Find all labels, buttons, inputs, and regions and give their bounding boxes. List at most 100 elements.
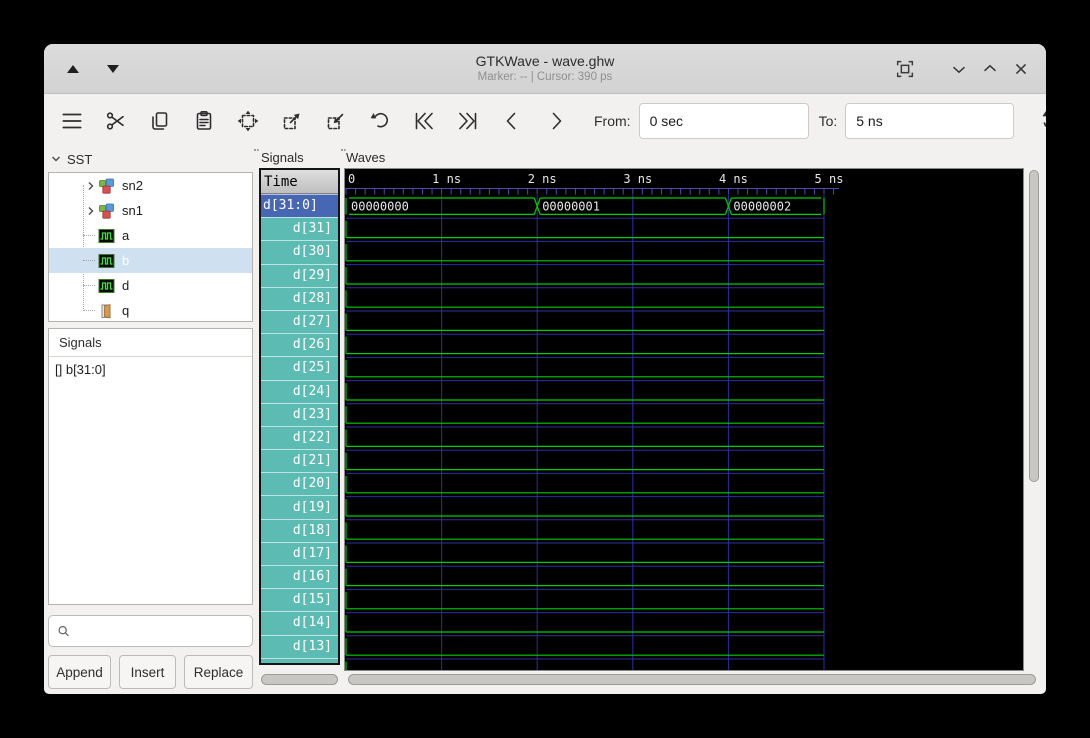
tree-guide-stub xyxy=(83,260,95,261)
zoom-in-button[interactable] xyxy=(276,105,308,137)
replace-button[interactable]: Replace xyxy=(184,655,253,689)
tree-item-a[interactable]: a xyxy=(49,223,252,248)
signal-list-hscrollbar[interactable] xyxy=(259,672,340,686)
wave-canvas[interactable]: 01 ns2 ns3 ns4 ns5 ns0000000000000001000… xyxy=(344,168,1024,671)
svg-text:00000000: 00000000 xyxy=(351,200,409,214)
window-title: GTKWave - wave.ghw xyxy=(476,53,615,70)
fullscreen-toggle-button[interactable] xyxy=(894,58,916,80)
paste-button[interactable] xyxy=(188,105,220,137)
to-input[interactable] xyxy=(845,103,1014,139)
zoom-out-icon xyxy=(324,109,348,133)
menu-button[interactable] xyxy=(56,105,88,137)
expand-chevron[interactable] xyxy=(84,179,98,193)
tree-item-sn1[interactable]: sn1 xyxy=(49,198,252,223)
go-to-end-button[interactable] xyxy=(452,105,484,137)
tree-item-sn2[interactable]: sn2 xyxy=(49,173,252,198)
signal-row-d20[interactable]: d[20] xyxy=(261,472,338,495)
tree-guide-stub xyxy=(83,310,95,311)
shift-left-button[interactable] xyxy=(496,105,528,137)
module-icon xyxy=(98,203,115,219)
tree-item-b[interactable]: b xyxy=(49,248,252,273)
svg-text:2 ns: 2 ns xyxy=(528,172,557,186)
sst-expander[interactable]: SST xyxy=(50,150,253,168)
pane-down-button[interactable] xyxy=(102,58,124,80)
wave-hscrollbar[interactable] xyxy=(346,672,1038,686)
tree-item-label: sn1 xyxy=(122,203,143,218)
signal-row-d28[interactable]: d[28] xyxy=(261,287,338,310)
reload-icon xyxy=(1039,108,1046,134)
svg-text:0: 0 xyxy=(348,172,355,186)
shift-right-button[interactable] xyxy=(540,105,572,137)
minimize-button[interactable] xyxy=(948,58,970,80)
triangle-up-icon xyxy=(67,65,79,73)
go-to-start-button[interactable] xyxy=(408,105,440,137)
marker-cursor-status: Marker: -- | Cursor: 390 ps xyxy=(478,70,613,84)
action-buttons: Append Insert Replace xyxy=(48,655,256,689)
zoom-out-button[interactable] xyxy=(320,105,352,137)
from-input[interactable] xyxy=(639,103,809,139)
time-header[interactable]: Time xyxy=(261,170,338,194)
maximize-button[interactable] xyxy=(979,58,1001,80)
signal-row-d25[interactable]: d[25] xyxy=(261,356,338,379)
signal-row-d19[interactable]: d[19] xyxy=(261,495,338,518)
signal-row-d26[interactable]: d[26] xyxy=(261,333,338,356)
expand-chevron[interactable] xyxy=(84,204,98,218)
pane-handle-right[interactable] xyxy=(341,148,346,152)
signals-panel-header: Signals xyxy=(49,329,252,357)
search-input[interactable] xyxy=(76,624,252,639)
signal-row-d23[interactable]: d[23] xyxy=(261,403,338,426)
shift-right-icon xyxy=(544,109,568,133)
svg-text:00000001: 00000001 xyxy=(542,200,600,214)
tree-item-q[interactable]: q xyxy=(49,298,252,322)
port-icon xyxy=(98,303,115,319)
sst-tree: sn2 sn1 abdq xyxy=(48,172,253,322)
close-button[interactable] xyxy=(1010,58,1032,80)
titlebar: GTKWave - wave.ghw Marker: -- | Cursor: … xyxy=(44,44,1046,94)
signal-row-d31[interactable]: d[31] xyxy=(261,217,338,240)
chevron-right-icon xyxy=(85,205,97,217)
signal-search xyxy=(48,615,253,647)
close-icon xyxy=(1010,58,1032,80)
svg-text:3 ns: 3 ns xyxy=(623,172,652,186)
signal-row-d16[interactable]: d[16] xyxy=(261,565,338,588)
signal-row-d27[interactable]: d[27] xyxy=(261,310,338,333)
tree-item-label: a xyxy=(122,228,129,243)
wave-vscrollbar[interactable] xyxy=(1027,168,1040,671)
signal-row-d17[interactable]: d[17] xyxy=(261,542,338,565)
signal-row-d14[interactable]: d[14] xyxy=(261,611,338,634)
append-button[interactable]: Append xyxy=(48,655,111,689)
signal-icon xyxy=(98,253,115,269)
tree-guide-stub xyxy=(83,285,95,286)
copy-button[interactable] xyxy=(144,105,176,137)
to-label: To: xyxy=(819,113,838,129)
signal-row-d310[interactable]: d[31:0] xyxy=(261,194,338,217)
signal-row-d24[interactable]: d[24] xyxy=(261,380,338,403)
tree-item-label: d xyxy=(122,278,129,293)
sst-label: SST xyxy=(67,152,92,167)
cut-button[interactable] xyxy=(100,105,132,137)
triangle-down-icon xyxy=(107,65,119,73)
chevron-down-icon xyxy=(50,153,62,165)
signal-row-d29[interactable]: d[29] xyxy=(261,264,338,287)
insert-button[interactable]: Insert xyxy=(119,655,176,689)
signal-row-d30[interactable]: d[30] xyxy=(261,240,338,263)
signal-row-d13[interactable]: d[13] xyxy=(261,635,338,658)
signal-row-d15[interactable]: d[15] xyxy=(261,588,338,611)
signal-row-partial[interactable] xyxy=(261,658,338,665)
zoom-fit-button[interactable] xyxy=(232,105,264,137)
pane-handle-left[interactable] xyxy=(254,148,259,152)
reload-button[interactable] xyxy=(1036,105,1046,137)
signal-row-d18[interactable]: d[18] xyxy=(261,519,338,542)
signals-frame-label: Signals xyxy=(261,150,304,165)
zoom-undo-icon xyxy=(368,109,392,133)
signal-row-d22[interactable]: d[22] xyxy=(261,426,338,449)
tree-item-label: b xyxy=(122,253,129,268)
zoom-undo-button[interactable] xyxy=(364,105,396,137)
signal-row-d21[interactable]: d[21] xyxy=(261,449,338,472)
selected-signals-panel: Signals [] b[31:0] xyxy=(48,328,253,605)
tree-item-d[interactable]: d xyxy=(49,273,252,298)
signal-icon xyxy=(98,278,115,294)
maximize-icon xyxy=(979,58,1001,80)
pane-up-button[interactable] xyxy=(62,58,84,80)
selected-signal-item[interactable]: [] b[31:0] xyxy=(49,357,252,381)
